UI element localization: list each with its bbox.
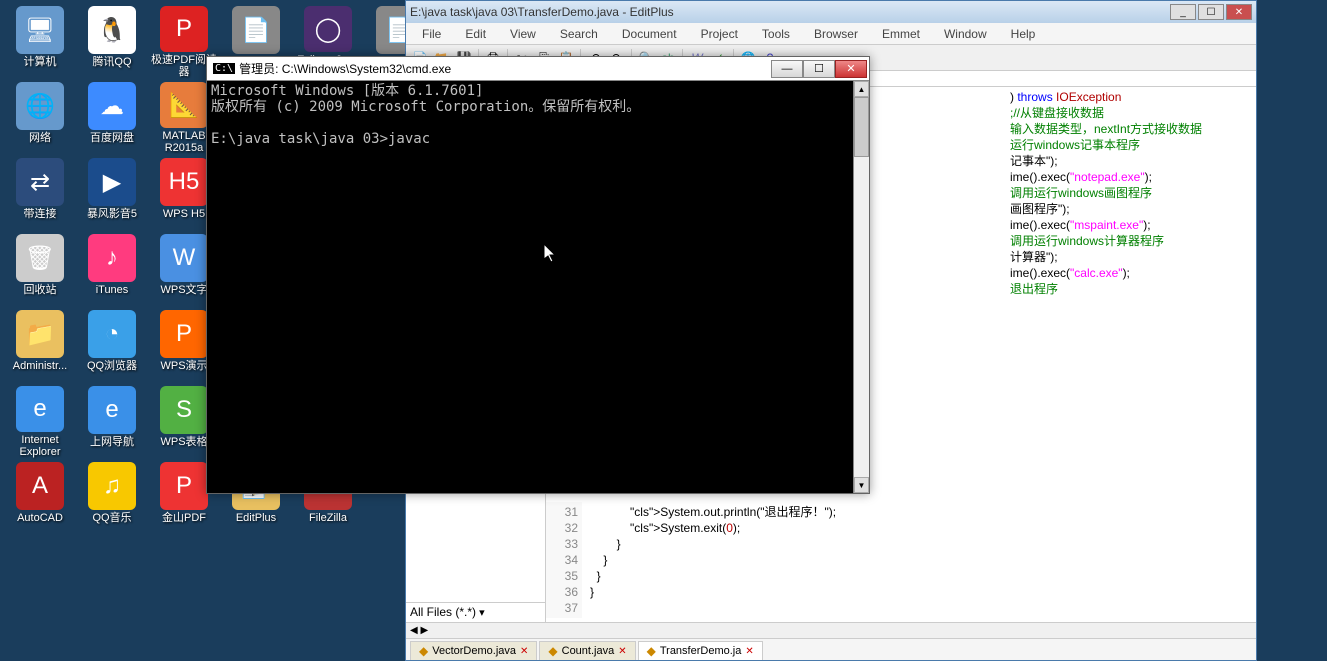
menu-emmet[interactable]: Emmet	[872, 25, 930, 43]
menu-help[interactable]: Help	[1001, 25, 1046, 43]
editplus-tabs: ◆ VectorDemo.java✕◆ Count.java✕◆ Transfe…	[406, 638, 1256, 660]
cmd-titlebar[interactable]: C:\ 管理员: C:\Windows\System32\cmd.exe — ☐…	[207, 57, 869, 81]
editor-tab[interactable]: ◆ Count.java✕	[539, 641, 635, 660]
maximize-button[interactable]: ☐	[1198, 4, 1224, 20]
scroll-down-icon[interactable]: ▼	[854, 477, 869, 493]
desktop-icon[interactable]: eInternet Explorer	[4, 386, 76, 458]
menu-project[interactable]: Project	[691, 25, 748, 43]
editor-tab[interactable]: ◆ TransferDemo.ja✕	[638, 641, 763, 660]
cmd-close-button[interactable]: ✕	[835, 60, 867, 78]
scroll-thumb[interactable]	[854, 97, 869, 157]
desktop-icon[interactable]: ⇄带连接	[4, 158, 76, 230]
menu-tools[interactable]: Tools	[752, 25, 800, 43]
cmd-window: C:\ 管理员: C:\Windows\System32\cmd.exe — ☐…	[206, 56, 870, 494]
file-filter[interactable]: All Files (*.*) ▾	[406, 602, 545, 622]
desktop-icon[interactable]: 🗑回收站	[4, 234, 76, 306]
cmd-title-text: 管理员: C:\Windows\System32\cmd.exe	[239, 60, 451, 77]
desktop-icon[interactable]: ♪iTunes	[76, 234, 148, 306]
close-tab-icon[interactable]: ✕	[618, 646, 626, 657]
cmd-icon: C:\	[213, 63, 235, 74]
cmd-maximize-button[interactable]: ☐	[803, 60, 835, 78]
editor-tab[interactable]: ◆ VectorDemo.java✕	[410, 641, 537, 660]
desktop-icon[interactable]: 🐧腾讯QQ	[76, 6, 148, 78]
desktop-icon[interactable]: 📁Administr...	[4, 310, 76, 382]
editplus-menubar: FileEditViewSearchDocumentProjectToolsBr…	[406, 23, 1256, 45]
editplus-titlebar[interactable]: E:\java task\java 03\TransferDemo.java -…	[406, 1, 1256, 23]
minimize-button[interactable]: _	[1170, 4, 1196, 20]
scroll-up-icon[interactable]: ▲	[854, 81, 869, 97]
desktop-icon[interactable]: 🌐网络	[4, 82, 76, 154]
desktop-icon[interactable]: ♫QQ音乐	[76, 462, 148, 534]
menu-file[interactable]: File	[412, 25, 451, 43]
cmd-terminal[interactable]: Microsoft Windows [版本 6.1.7601] 版权所有 (c)…	[207, 81, 869, 493]
desktop-icon[interactable]: 🖥计算机	[4, 6, 76, 78]
desktop-icon[interactable]: ▶暴风影音5	[76, 158, 148, 230]
cmd-minimize-button[interactable]: —	[771, 60, 803, 78]
menu-search[interactable]: Search	[550, 25, 608, 43]
close-button[interactable]: ✕	[1226, 4, 1252, 20]
desktop-icon[interactable]: ☁百度网盘	[76, 82, 148, 154]
desktop-icon[interactable]: AAutoCAD	[4, 462, 76, 534]
menu-document[interactable]: Document	[612, 25, 687, 43]
menu-edit[interactable]: Edit	[455, 25, 496, 43]
horizontal-scrollbar[interactable]: ◀ ▶	[406, 622, 1256, 638]
menu-view[interactable]: View	[500, 25, 546, 43]
editplus-title: E:\java task\java 03\TransferDemo.java -…	[410, 5, 674, 19]
close-tab-icon[interactable]: ✕	[745, 646, 753, 657]
desktop-icon[interactable]: e上网导航	[76, 386, 148, 458]
cmd-scrollbar[interactable]: ▲ ▼	[853, 81, 869, 493]
menu-browser[interactable]: Browser	[804, 25, 868, 43]
close-tab-icon[interactable]: ✕	[520, 646, 528, 657]
desktop-icon[interactable]: ◔QQ浏览器	[76, 310, 148, 382]
menu-window[interactable]: Window	[934, 25, 997, 43]
